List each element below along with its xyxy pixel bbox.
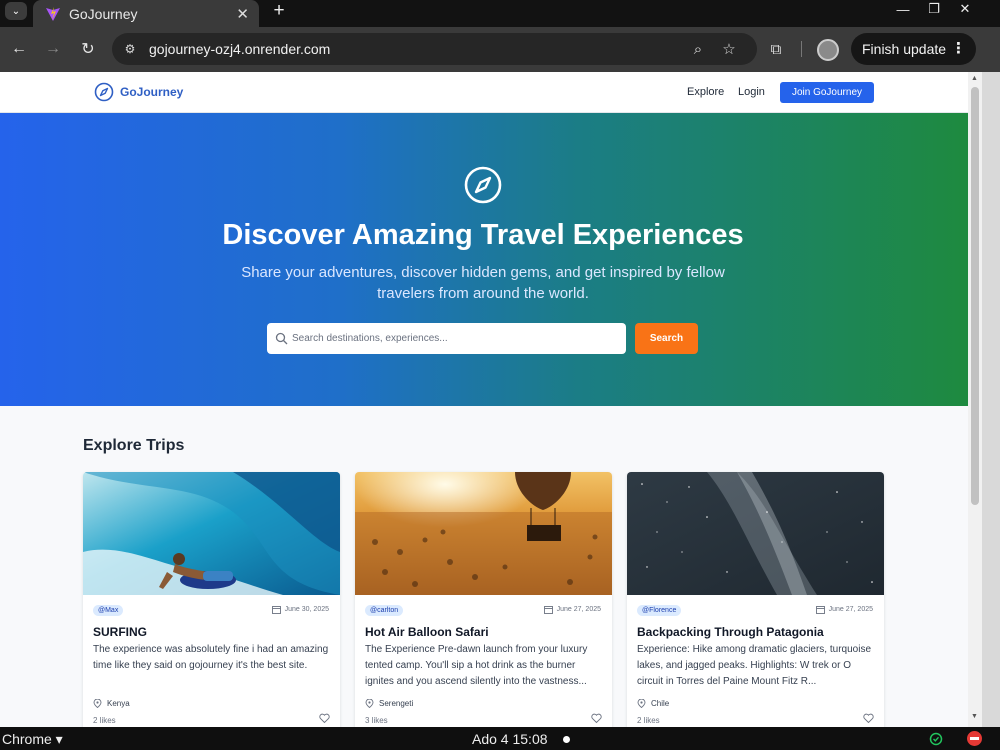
card-description: Experience: Hike among dramatic glaciers… <box>637 644 871 687</box>
card-location-text: Chile <box>651 699 670 708</box>
hero-title: Discover Amazing Travel Experiences <box>222 219 744 251</box>
card-location-text: Kenya <box>107 699 130 708</box>
hero-section: Discover Amazing Travel Experiences Shar… <box>0 113 968 406</box>
card-date-text: June 30, 2025 <box>284 606 329 613</box>
surfing-photo <box>83 472 340 595</box>
location-pin-icon <box>93 699 102 708</box>
compass-logo-icon <box>94 82 114 102</box>
card-location: Serengeti <box>365 699 413 708</box>
card-description: The Experience Pre-dawn launch from your… <box>365 644 588 687</box>
search-input[interactable] <box>292 323 620 354</box>
card-likes: 2 likes <box>637 716 660 725</box>
menu-kebab-icon[interactable]: ⋮ <box>951 39 966 57</box>
card-date-text: June 27, 2025 <box>828 606 873 613</box>
zoom-icon[interactable]: ⌕ <box>688 39 708 59</box>
maximize-button[interactable]: ❐ <box>924 0 944 18</box>
browser-tab[interactable]: GoJourney ✕ <box>33 0 259 27</box>
extensions-puzzle-icon[interactable]: ⧉ <box>766 39 786 59</box>
compass-icon <box>464 166 502 204</box>
tab-search-button[interactable]: ⌄ <box>5 2 27 20</box>
trip-card-patagonia[interactable]: @Florence June 27, 2025 Backpacking Thro… <box>627 472 884 727</box>
trip-card-surfing[interactable]: @Max June 30, 2025 SURFING The experienc… <box>83 472 340 727</box>
scroll-down-arrow-icon[interactable]: ▼ <box>971 713 978 720</box>
address-bar[interactable]: ⚙ gojourney-ozj4.onrender.com ⌕ ☆ <box>112 33 757 65</box>
location-pin-icon <box>637 699 646 708</box>
profile-avatar[interactable] <box>817 39 839 61</box>
search-box <box>267 323 626 354</box>
page-viewport: GoJourney Explore Login Join GoJourney D… <box>0 72 968 727</box>
nav-explore-link[interactable]: Explore <box>687 86 724 98</box>
join-button[interactable]: Join GoJourney <box>780 82 874 103</box>
site-info-icon[interactable]: ⚙ <box>120 39 140 59</box>
card-date: June 27, 2025 <box>543 605 601 614</box>
minimize-button[interactable]: — <box>893 0 913 18</box>
reload-icon[interactable]: ↻ <box>78 39 98 59</box>
logo-text: GoJourney <box>120 85 184 99</box>
card-description: The experience was absolutely fine i had… <box>93 644 329 671</box>
card-location: Kenya <box>93 699 130 708</box>
power-icon[interactable] <box>967 731 982 746</box>
card-title[interactable]: Backpacking Through Patagonia <box>637 625 824 639</box>
browser-tabstrip: ⌄ GoJourney ✕ + — ❐ ✕ <box>0 0 1000 27</box>
scrollbar-thumb[interactable] <box>971 87 979 505</box>
tab-close-icon[interactable]: ✕ <box>236 5 249 23</box>
page-scrollbar[interactable]: ▲ ▼ <box>968 72 982 727</box>
calendar-icon <box>543 606 553 614</box>
card-title[interactable]: SURFING <box>93 625 147 639</box>
location-pin-icon <box>365 699 374 708</box>
night-sky-photo <box>627 472 884 595</box>
user-tag[interactable]: @Florence <box>637 605 682 616</box>
user-tag[interactable]: @carlton <box>365 605 404 616</box>
scroll-up-arrow-icon[interactable]: ▲ <box>971 75 978 82</box>
site-logo[interactable]: GoJourney <box>94 82 183 102</box>
explore-trips-heading: Explore Trips <box>83 437 185 454</box>
finish-update-label: Finish update <box>862 41 947 57</box>
search-icon <box>275 332 288 345</box>
notification-dot-icon <box>563 736 570 743</box>
card-date-text: June 27, 2025 <box>556 606 601 613</box>
hero-subtitle: Share your adventures, discover hidden g… <box>241 264 725 302</box>
calendar-icon <box>271 606 281 614</box>
window-edge <box>982 72 1000 727</box>
card-date: June 30, 2025 <box>271 605 329 614</box>
tab-title: GoJourney <box>69 5 138 22</box>
user-tag[interactable]: @Max <box>93 605 124 616</box>
heart-icon[interactable] <box>863 713 874 724</box>
back-arrow-icon[interactable]: ← <box>9 39 29 59</box>
card-title[interactable]: Hot Air Balloon Safari <box>365 625 489 639</box>
card-date: June 27, 2025 <box>815 605 873 614</box>
bookmark-star-icon[interactable]: ☆ <box>719 39 739 59</box>
browser-toolbar: ← → ↻ ⚙ gojourney-ozj4.onrender.com ⌕ ☆ … <box>0 27 1000 72</box>
site-header: GoJourney Explore Login Join GoJourney <box>0 72 968 113</box>
close-window-button[interactable]: ✕ <box>955 0 975 18</box>
card-location-text: Serengeti <box>379 699 414 708</box>
vite-favicon-icon <box>46 6 60 21</box>
taskbar-app-menu[interactable]: Chrome ▾ <box>2 731 63 748</box>
card-likes: 3 likes <box>365 716 388 725</box>
taskbar-clock[interactable]: Ado 4 15:08 <box>472 731 548 747</box>
nav-login-link[interactable]: Login <box>738 86 765 98</box>
balloon-photo <box>355 472 612 595</box>
card-likes: 2 likes <box>93 716 116 725</box>
new-tab-button[interactable]: + <box>268 0 290 22</box>
card-location: Chile <box>637 699 669 708</box>
os-taskbar: Chrome ▾ Ado 4 15:08 <box>0 727 1000 750</box>
network-status-icon[interactable] <box>929 732 943 746</box>
heart-icon[interactable] <box>591 713 602 724</box>
heart-icon[interactable] <box>319 713 330 724</box>
url-text[interactable]: gojourney-ozj4.onrender.com <box>149 41 330 57</box>
search-button[interactable]: Search <box>635 323 698 354</box>
calendar-icon <box>815 606 825 614</box>
finish-update-button[interactable]: Finish update ⋮ <box>851 33 976 65</box>
forward-arrow-icon[interactable]: → <box>43 39 63 59</box>
trip-card-balloon[interactable]: @carlton June 27, 2025 Hot Air Balloon S… <box>355 472 612 727</box>
toolbar-separator <box>801 41 802 57</box>
